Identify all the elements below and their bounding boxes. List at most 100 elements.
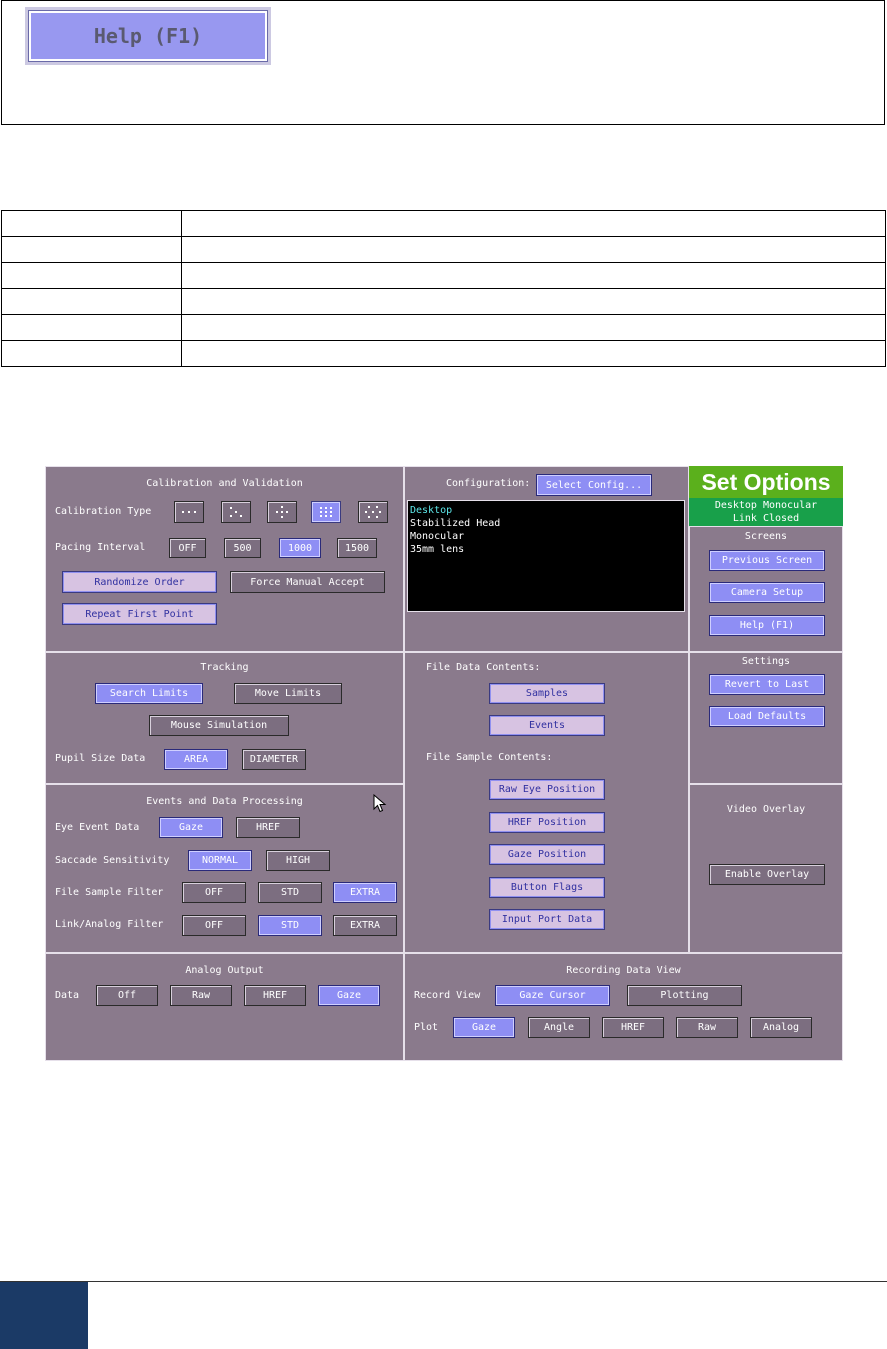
pupil-diameter-button[interactable]: DIAMETER	[242, 749, 306, 770]
file-sample-contents-label: File Sample Contents:	[426, 752, 553, 763]
pacing-interval-label: Pacing Interval	[55, 542, 146, 553]
calibration-type-label: Calibration Type	[55, 506, 152, 517]
analog-data-label: Data	[55, 990, 80, 1001]
analog-off-button[interactable]: Off	[96, 985, 158, 1006]
help-f1-button[interactable]: Help (F1)	[709, 615, 825, 636]
gaze-position-button[interactable]: Gaze Position	[489, 844, 605, 865]
recording-data-view-panel: Recording Data View Record View Gaze Cur…	[404, 953, 843, 1061]
gaze-cursor-button[interactable]: Gaze Cursor	[495, 985, 610, 1006]
calibration-type-9-icon[interactable]	[311, 501, 341, 523]
status-mode: Desktop Monocular	[714, 500, 818, 511]
calibration-type-13-icon[interactable]	[358, 501, 388, 523]
enable-overlay-button[interactable]: Enable Overlay	[709, 864, 825, 885]
link-filter-std-button[interactable]: STD	[258, 915, 322, 936]
randomize-order-button[interactable]: Randomize Order	[62, 571, 217, 593]
repeat-first-point-button[interactable]: Repeat First Point	[62, 603, 217, 625]
plot-href-button[interactable]: HREF	[602, 1017, 664, 1038]
table-row	[1, 262, 886, 289]
configuration-label: Configuration:	[446, 478, 531, 489]
empty-table	[1, 210, 886, 367]
file-filter-extra-button[interactable]: EXTRA	[333, 882, 397, 903]
calibration-type-5b-icon[interactable]	[267, 501, 297, 523]
eye-event-gaze-button[interactable]: Gaze	[159, 817, 223, 838]
plot-label: Plot	[414, 1022, 439, 1033]
analog-gaze-button[interactable]: Gaze	[318, 985, 380, 1006]
pupil-area-button[interactable]: AREA	[164, 749, 228, 770]
settings-panel: Settings Revert to Last Load Defaults	[689, 652, 843, 784]
events-panel: Events and Data Processing Eye Event Dat…	[45, 784, 404, 953]
eye-event-href-button[interactable]: HREF	[236, 817, 300, 838]
set-options-title: Set Options	[689, 466, 843, 498]
file-filter-std-button[interactable]: STD	[258, 882, 322, 903]
help-excerpt-box: Help (F1)	[1, 0, 885, 125]
analog-output-title: Analog Output	[185, 965, 264, 976]
video-overlay-panel: Video Overlay Enable Overlay	[689, 784, 843, 953]
saccade-normal-button[interactable]: NORMAL	[188, 850, 252, 871]
previous-screen-button[interactable]: Previous Screen	[709, 550, 825, 571]
record-view-label: Record View	[414, 990, 481, 1001]
calibration-type-5-icon[interactable]	[221, 501, 251, 523]
plot-angle-button[interactable]: Angle	[528, 1017, 590, 1038]
table-row	[1, 340, 886, 367]
analog-output-panel: Analog Output Data Off Raw HREF Gaze	[45, 953, 404, 1061]
analog-raw-button[interactable]: Raw	[170, 985, 232, 1006]
move-limits-button[interactable]: Move Limits	[234, 683, 342, 704]
table-row	[1, 236, 886, 263]
file-sample-filter-label: File Sample Filter	[55, 887, 164, 898]
events-button[interactable]: Events	[489, 715, 605, 736]
pacing-1500-button[interactable]: 1500	[337, 538, 377, 558]
href-position-button[interactable]: HREF Position	[489, 812, 605, 833]
load-defaults-button[interactable]: Load Defaults	[709, 706, 825, 727]
samples-button[interactable]: Samples	[489, 683, 605, 704]
link-filter-extra-button[interactable]: EXTRA	[333, 915, 397, 936]
tracking-title: Tracking	[200, 662, 249, 673]
link-analog-filter-label: Link/Analog Filter	[55, 919, 164, 930]
pacing-1000-button[interactable]: 1000	[279, 538, 321, 558]
recording-data-view-title: Recording Data View	[566, 965, 681, 976]
tracker-status: Desktop Monocular Link Closed	[689, 498, 843, 526]
plot-raw-button[interactable]: Raw	[676, 1017, 738, 1038]
video-overlay-title: Video Overlay	[726, 804, 806, 815]
search-limits-button[interactable]: Search Limits	[95, 683, 203, 704]
table-row	[1, 210, 886, 237]
set-options-screen: Calibration and Validation Calibration T…	[45, 466, 843, 1061]
list-item[interactable]: Stabilized Head	[410, 517, 682, 530]
calibration-panel: Calibration and Validation Calibration T…	[45, 466, 404, 652]
plot-gaze-button[interactable]: Gaze	[453, 1017, 515, 1038]
tracking-panel: Tracking Search Limits Move Limits Mouse…	[45, 652, 404, 784]
camera-setup-button[interactable]: Camera Setup	[709, 582, 825, 603]
mouse-cursor-icon	[373, 794, 387, 813]
list-item[interactable]: Monocular	[410, 530, 682, 543]
revert-to-last-button[interactable]: Revert to Last	[709, 674, 825, 695]
status-link: Link Closed	[732, 513, 800, 524]
list-item[interactable]: 35mm lens	[410, 543, 682, 556]
table-row	[1, 288, 886, 315]
saccade-high-button[interactable]: HIGH	[266, 850, 330, 871]
screens-panel: Screens Previous Screen Camera Setup Hel…	[689, 526, 843, 652]
raw-eye-position-button[interactable]: Raw Eye Position	[489, 779, 605, 800]
eye-event-data-label: Eye Event Data	[55, 822, 140, 833]
button-flags-button[interactable]: Button Flags	[489, 877, 605, 898]
select-config-button[interactable]: Select Config...	[536, 474, 652, 496]
table-row	[1, 314, 886, 341]
configuration-list[interactable]: Desktop Stabilized Head Monocular 35mm l…	[407, 500, 685, 612]
help-f1-label: Help (F1)	[28, 10, 268, 62]
saccade-sensitivity-label: Saccade Sensitivity	[55, 855, 170, 866]
input-port-data-button[interactable]: Input Port Data	[489, 909, 605, 930]
calibration-title: Calibration and Validation	[146, 478, 303, 489]
list-item[interactable]: Desktop	[410, 504, 682, 517]
file-filter-off-button[interactable]: OFF	[182, 882, 246, 903]
force-manual-accept-button[interactable]: Force Manual Accept	[230, 571, 385, 593]
footer-color-block	[0, 1282, 88, 1349]
pupil-size-label: Pupil Size Data	[55, 753, 146, 764]
analog-href-button[interactable]: HREF	[244, 985, 306, 1006]
help-f1-button-large[interactable]: Help (F1)	[25, 7, 271, 65]
pacing-500-button[interactable]: 500	[224, 538, 261, 558]
link-filter-off-button[interactable]: OFF	[182, 915, 246, 936]
plotting-button[interactable]: Plotting	[627, 985, 742, 1006]
plot-analog-button[interactable]: Analog	[750, 1017, 812, 1038]
calibration-type-3-icon[interactable]	[174, 501, 204, 523]
settings-title: Settings	[741, 656, 791, 667]
pacing-off-button[interactable]: OFF	[169, 538, 206, 558]
mouse-simulation-button[interactable]: Mouse Simulation	[149, 715, 289, 736]
